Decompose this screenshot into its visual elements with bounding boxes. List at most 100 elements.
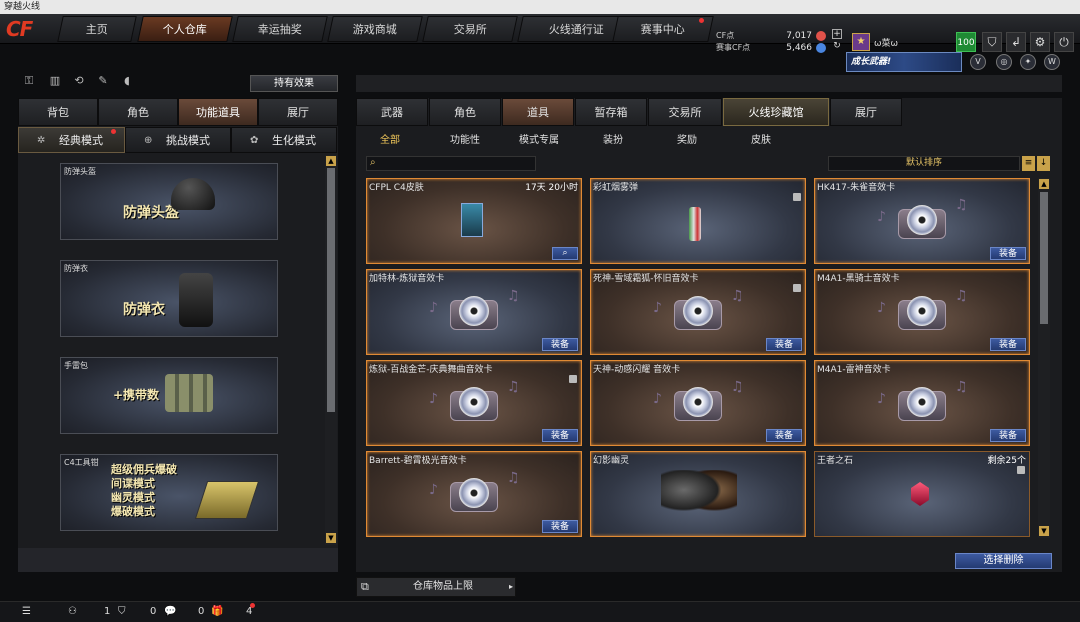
mode-tab-0[interactable]: ✲ 经典模式 — [18, 127, 125, 153]
item-name: 彩虹烟雾弹 — [593, 183, 639, 193]
equip-button[interactable]: 装备 — [542, 429, 578, 442]
refresh-icon[interactable]: ↻ — [832, 41, 842, 51]
disc — [459, 387, 489, 417]
mode-tab-1[interactable]: ⊕ 挑战模式 — [125, 127, 231, 153]
sort-menu-icon[interactable]: ≡ — [1022, 156, 1035, 171]
match-coin-icon — [816, 43, 826, 53]
right-tab-0[interactable]: 武器 — [356, 98, 428, 126]
cf-logo-icon[interactable]: CF — [6, 16, 58, 42]
equip-button[interactable]: 装备 — [542, 338, 578, 351]
left-tab-2[interactable]: 功能道具 — [178, 98, 258, 126]
mouse-icon[interactable]: ◖ — [120, 74, 134, 88]
sort-dropdown[interactable]: 默认排序 — [828, 156, 1020, 171]
mode-tab-2[interactable]: ✿ 生化模式 — [231, 127, 337, 153]
chat-icon[interactable]: 💬 — [164, 606, 176, 617]
subtab-3[interactable]: 装扮 — [603, 131, 623, 146]
inventory-item[interactable]: 炼狱-百战金芒-庆典舞曲音效卡 ♪ ♫ 装备 — [366, 360, 582, 446]
right-scroll-down-icon[interactable]: ▼ — [1039, 526, 1049, 536]
inventory-item[interactable]: 天神-动感闪耀 音效卡 ♪ ♫ 装备 — [590, 360, 806, 446]
subtab-4[interactable]: 奖励 — [677, 131, 697, 146]
nav-tab-4[interactable]: 交易所 — [422, 16, 518, 42]
nav-tab-label: 主页 — [85, 23, 108, 36]
left-tab-0[interactable]: 背包 — [18, 98, 98, 126]
chart-icon[interactable]: ▥ — [48, 74, 62, 88]
rank-badge-icon[interactable]: ★ — [852, 33, 870, 51]
subtab-0[interactable]: 全部 — [380, 131, 400, 146]
item-card-0[interactable]: 防弹头盔 防弹头盔 — [60, 163, 278, 240]
equip-button[interactable]: 装备 — [990, 247, 1026, 260]
settings-gear-icon[interactable]: ⚙ — [1030, 32, 1050, 52]
nav-tab-3[interactable]: 游戏商城 — [327, 16, 423, 42]
item-card-2[interactable]: 手雷包 +携带数 — [60, 357, 278, 434]
left-footer-bar — [18, 548, 338, 572]
select-delete-button[interactable]: 选择删除 — [955, 553, 1052, 569]
inventory-item[interactable]: M4A1-雷神音效卡 ♪ ♫ 装备 — [814, 360, 1030, 446]
sound-card-disc-icon — [898, 205, 946, 245]
subtab-5[interactable]: 皮肤 — [751, 131, 771, 146]
music-note-icon: ♫ — [507, 379, 520, 395]
sync-icon[interactable]: ⟲ — [72, 74, 86, 88]
power-icon[interactable]: ⏻ — [1054, 32, 1074, 52]
equip-button[interactable]: 装备 — [990, 429, 1026, 442]
event-icon-1[interactable]: V — [970, 54, 986, 70]
right-scroll-up-icon[interactable]: ▲ — [1039, 179, 1049, 189]
inventory-item[interactable]: 王者之石 剩余25个 — [814, 451, 1030, 537]
equip-button[interactable]: 装备 — [766, 338, 802, 351]
event-icon-4[interactable]: W — [1044, 54, 1060, 70]
item-name: 死神-雪域霜狐-怀旧音效卡 — [593, 274, 699, 284]
right-tab-6[interactable]: 展厅 — [830, 98, 902, 126]
card-text: 防弹衣 — [123, 302, 165, 318]
return-icon[interactable]: ↲ — [1006, 32, 1026, 52]
menu-icon[interactable]: ☰ — [22, 606, 31, 617]
right-tab-2[interactable]: 道具 — [502, 98, 574, 126]
equip-button[interactable]: 装备 — [542, 520, 578, 533]
item-card-3[interactable]: C4工具钳 超级佣兵爆破 间谍模式 幽灵模式 爆破模式 — [60, 454, 278, 531]
shield-icon[interactable]: ⛉ — [982, 32, 1002, 52]
sort-arrow-icon[interactable]: ↓ — [1037, 156, 1050, 171]
music-note-icon: ♫ — [507, 470, 520, 486]
subtab-1[interactable]: 功能性 — [450, 131, 480, 146]
inventory-item[interactable]: HK417-朱雀音效卡 ♪ ♫ 装备 — [814, 178, 1030, 264]
left-tab-3[interactable]: 展厅 — [258, 98, 338, 126]
scroll-up-icon[interactable]: ▲ — [326, 156, 336, 166]
inventory-item[interactable]: Barrett-碧霄极光音效卡 ♪ ♫ 装备 — [366, 451, 582, 537]
clan-shield-icon[interactable]: ⛉ — [118, 606, 126, 617]
right-tab-5[interactable]: 火线珍藏馆 — [723, 98, 829, 126]
nav-notice-dot — [699, 18, 704, 23]
nav-tab-1[interactable]: 个人仓库 — [137, 16, 233, 42]
growth-weapon-banner[interactable]: 成长武器! — [846, 52, 962, 72]
right-tab-3[interactable]: 暂存箱 — [575, 98, 647, 126]
search-input[interactable]: ⌕ — [366, 156, 536, 171]
item-name: 王者之石 — [817, 456, 854, 466]
right-scroll-thumb[interactable] — [1040, 192, 1048, 324]
item-card-1[interactable]: 防弹衣 防弹衣 — [60, 260, 278, 337]
event-icon-3[interactable]: ✦ — [1020, 54, 1036, 70]
gift-icon[interactable]: 🎁 — [211, 606, 223, 617]
inventory-item[interactable]: CFPL C4皮肤 17天 20小时 ⌕ — [366, 178, 582, 264]
left-tab-1[interactable]: 角色 — [98, 98, 178, 126]
add-currency-icon[interactable]: + — [832, 29, 842, 39]
equip-button[interactable]: 装备 — [766, 429, 802, 442]
event-icon-2[interactable]: ◎ — [996, 54, 1012, 70]
inventory-item[interactable]: 幻影幽灵 — [590, 451, 806, 537]
level-badge: 100 — [956, 32, 976, 52]
warehouse-capacity-bar[interactable]: ⧉ 仓库物品上限 ▸ — [356, 577, 516, 597]
right-tab-4[interactable]: 交易所 — [648, 98, 722, 126]
inventory-item[interactable]: 加特林-炼狱音效卡 ♪ ♫ 装备 — [366, 269, 582, 355]
nav-tab-0[interactable]: 主页 — [57, 16, 137, 42]
scroll-down-icon[interactable]: ▼ — [326, 533, 336, 543]
inventory-item[interactable]: 彩虹烟雾弹 — [590, 178, 806, 264]
subtab-2[interactable]: 模式专属 — [519, 131, 559, 146]
right-tab-1[interactable]: 角色 — [429, 98, 501, 126]
backpack-icon[interactable]: ⚿ — [22, 74, 36, 88]
friends-icon[interactable]: ⚇ — [68, 606, 77, 617]
inventory-item[interactable]: M4A1-黑骑士音效卡 ♪ ♫ 装备 — [814, 269, 1030, 355]
inventory-item[interactable]: 死神-雪域霜狐-怀旧音效卡 ♪ ♫ 装备 — [590, 269, 806, 355]
holding-effect-button[interactable]: 持有效果 — [250, 75, 338, 92]
magnify-icon[interactable]: ⌕ — [552, 247, 578, 260]
equip-button[interactable]: 装备 — [990, 338, 1026, 351]
expand-arrow-icon[interactable]: ▸ — [509, 578, 513, 596]
left-scroll-thumb[interactable] — [327, 168, 335, 412]
pencil-icon[interactable]: ✎ — [96, 74, 110, 88]
nav-tab-2[interactable]: 幸运抽奖 — [232, 16, 328, 42]
